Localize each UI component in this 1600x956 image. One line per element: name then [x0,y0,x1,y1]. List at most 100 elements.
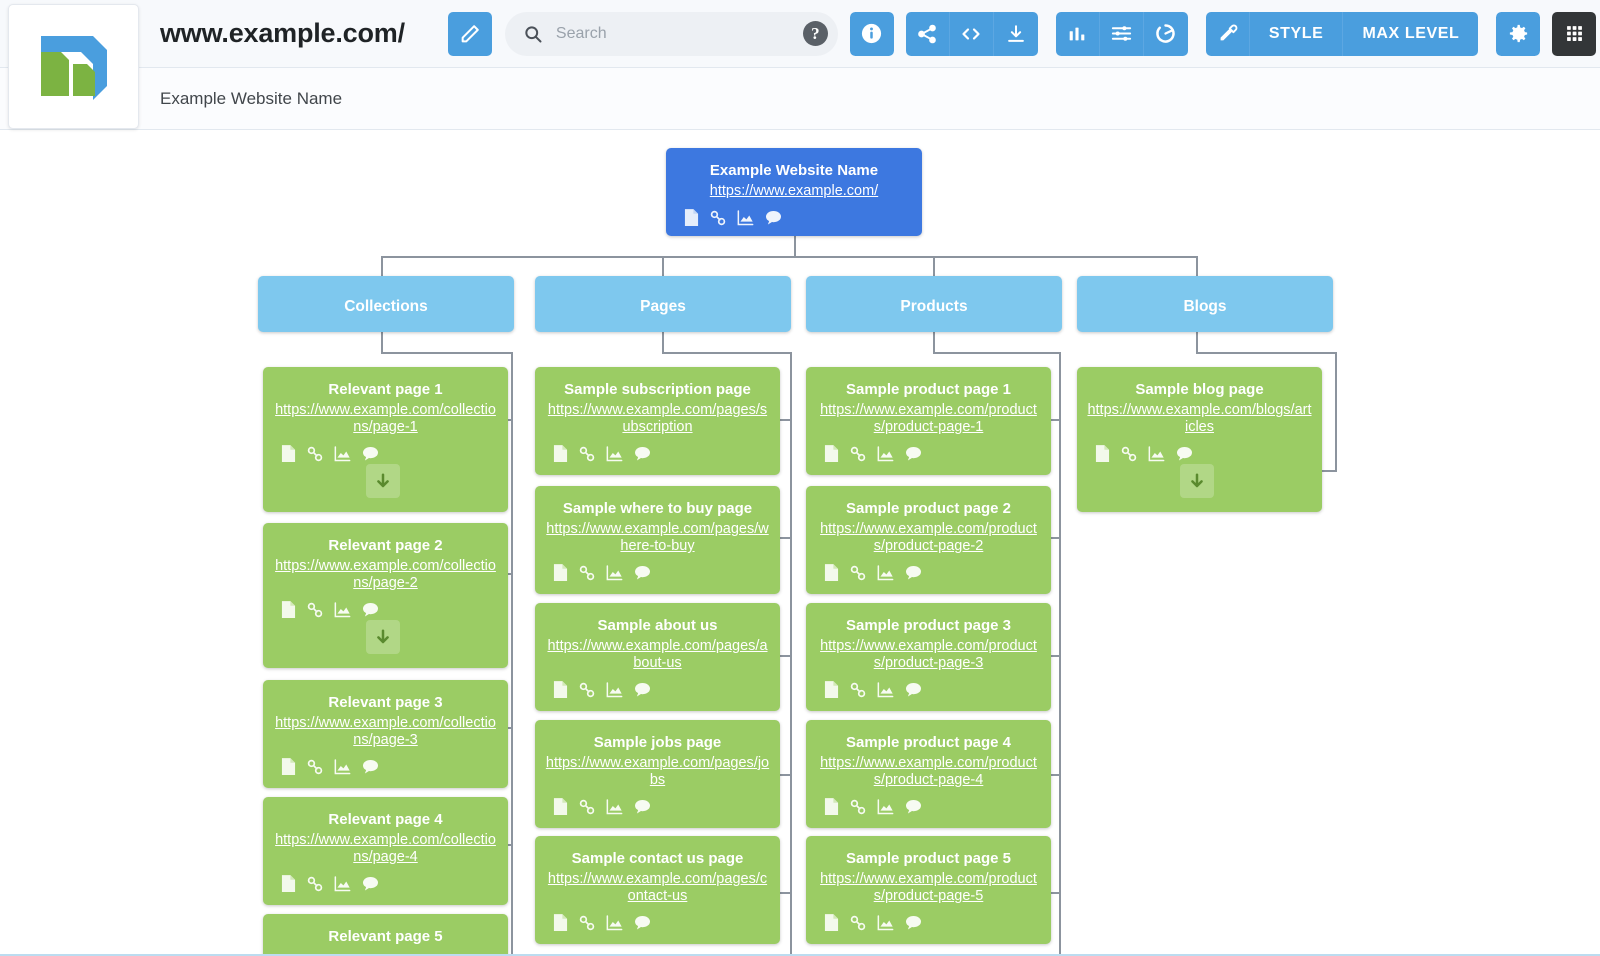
document-icon[interactable] [553,798,568,816]
image-icon[interactable] [737,209,754,226]
comment-icon[interactable] [362,446,379,461]
node-url[interactable]: https://www.example.com/collections/page… [263,712,508,749]
node-pages-about-us[interactable]: Sample about us https://www.example.com/… [535,603,780,711]
document-icon[interactable] [553,445,568,463]
comment-icon[interactable] [634,446,651,461]
image-icon[interactable] [877,564,894,581]
node-url[interactable]: https://www.example.com/pages/jobs [535,752,780,789]
image-icon[interactable] [1148,445,1165,462]
document-icon[interactable] [281,601,296,619]
node-pages-contact-us[interactable]: Sample contact us page https://www.examp… [535,836,780,944]
app-logo[interactable] [8,4,139,129]
link-icon[interactable] [307,759,323,775]
sitemap-canvas[interactable]: Example Website Name https://www.example… [0,130,1600,956]
style-button[interactable]: STYLE [1249,11,1344,56]
image-icon[interactable] [606,445,623,462]
node-collections-page-1[interactable]: Relevant page 1 https://www.example.com/… [263,367,508,512]
document-icon[interactable] [824,798,839,816]
image-icon[interactable] [334,758,351,775]
document-icon[interactable] [553,564,568,582]
help-icon[interactable]: ? [802,21,828,46]
node-url[interactable]: https://www.example.com/products/product… [806,635,1051,672]
comment-icon[interactable] [549,331,566,332]
comment-icon[interactable] [634,682,651,697]
node-category-pages[interactable]: Pages [535,276,791,332]
node-products-page-2[interactable]: Sample product page 2 https://www.exampl… [806,486,1051,594]
link-icon[interactable] [579,799,595,815]
image-icon[interactable] [606,914,623,931]
comment-icon[interactable] [634,915,651,930]
node-category-blogs[interactable]: Blogs [1077,276,1333,332]
node-root[interactable]: Example Website Name https://www.example… [666,148,922,236]
image-icon[interactable] [334,875,351,892]
node-url[interactable]: https://www.example.com/ [666,180,922,200]
node-collections-page-2[interactable]: Relevant page 2 https://www.example.com/… [263,523,508,668]
node-products-page-1[interactable]: Sample product page 1 https://www.exampl… [806,367,1051,475]
document-icon[interactable] [684,209,699,227]
node-url[interactable]: https://www.example.com/pages/about-us [535,635,780,672]
node-url[interactable]: https://www.example.com/products/product… [806,399,1051,436]
comment-icon[interactable] [362,759,379,774]
info-button[interactable] [849,11,894,56]
link-icon[interactable] [579,915,595,931]
expand-button[interactable] [366,620,400,654]
settings-button[interactable] [1496,11,1541,56]
embed-code-button[interactable] [949,11,994,56]
document-icon[interactable] [553,681,568,699]
document-icon[interactable] [281,875,296,893]
comment-icon[interactable] [272,331,289,332]
image-icon[interactable] [334,601,351,618]
bar-chart-button[interactable] [1055,11,1100,56]
color-picker-button[interactable] [1205,11,1250,56]
link-icon[interactable] [850,915,866,931]
image-icon[interactable] [877,914,894,931]
node-url[interactable]: https://www.example.com/collections/page… [263,829,508,866]
node-products-page-3[interactable]: Sample product page 3 https://www.exampl… [806,603,1051,711]
node-url[interactable]: https://www.example.com/collections/page… [263,399,508,436]
node-url[interactable]: https://www.example.com/products/product… [806,752,1051,789]
link-icon[interactable] [307,602,323,618]
sliders-button[interactable] [1099,11,1144,56]
apps-grid-button[interactable] [1552,11,1597,56]
node-category-products[interactable]: Products [806,276,1062,332]
expand-button[interactable] [1180,464,1214,498]
node-pages-where-to-buy[interactable]: Sample where to buy page https://www.exa… [535,486,780,594]
link-icon[interactable] [579,682,595,698]
image-icon[interactable] [606,681,623,698]
node-products-page-5[interactable]: Sample product page 5 https://www.exampl… [806,836,1051,944]
node-collections-page-4[interactable]: Relevant page 4 https://www.example.com/… [263,797,508,905]
node-url[interactable]: https://www.example.com/products/product… [806,518,1051,555]
search-box[interactable]: ? [504,11,838,56]
document-icon[interactable] [281,445,296,463]
link-icon[interactable] [850,799,866,815]
donut-chart-button[interactable] [1143,11,1188,56]
download-button[interactable] [993,11,1038,56]
comment-icon[interactable] [905,915,922,930]
comment-icon[interactable] [1091,331,1108,332]
comment-icon[interactable] [634,799,651,814]
comment-icon[interactable] [820,331,837,332]
link-icon[interactable] [307,446,323,462]
link-icon[interactable] [850,565,866,581]
node-url[interactable]: https://www.example.com/pages/where-to-b… [535,518,780,555]
node-url[interactable]: https://www.example.com/blogs/articles [1077,399,1322,436]
document-icon[interactable] [824,914,839,932]
node-collections-page-3[interactable]: Relevant page 3 https://www.example.com/… [263,680,508,788]
node-collections-page-5[interactable]: Relevant page 5 [263,914,508,956]
image-icon[interactable] [606,564,623,581]
link-icon[interactable] [579,446,595,462]
node-url[interactable]: https://www.example.com/products/product… [806,868,1051,905]
link-icon[interactable] [850,682,866,698]
document-icon[interactable] [553,914,568,932]
comment-icon[interactable] [362,602,379,617]
comment-icon[interactable] [765,210,782,225]
image-icon[interactable] [877,681,894,698]
node-pages-subscription[interactable]: Sample subscription page https://www.exa… [535,367,780,475]
image-icon[interactable] [334,445,351,462]
image-icon[interactable] [877,445,894,462]
edit-button[interactable] [447,11,492,56]
image-icon[interactable] [606,798,623,815]
link-icon[interactable] [307,876,323,892]
node-category-collections[interactable]: Collections [258,276,514,332]
search-input[interactable] [555,24,803,43]
